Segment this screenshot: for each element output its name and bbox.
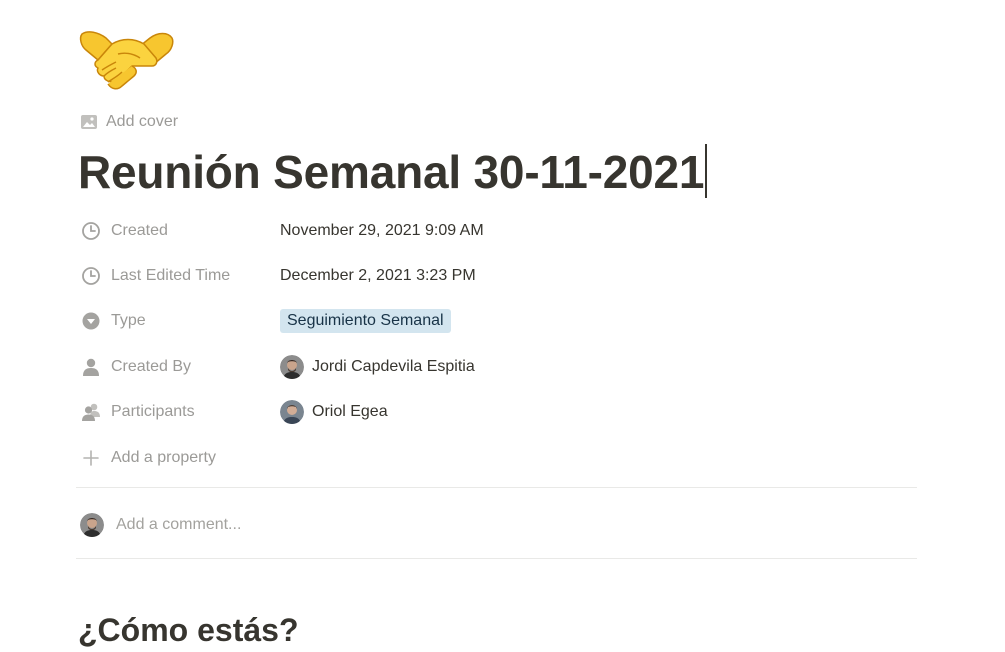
image-icon <box>80 113 98 131</box>
clock-icon <box>80 265 102 287</box>
property-name-created-by[interactable]: Created By <box>80 356 280 378</box>
property-label: Type <box>111 312 146 329</box>
property-value-type[interactable]: Seguimiento Semanal <box>280 309 451 333</box>
property-value-created[interactable]: November 29, 2021 9:09 AM <box>280 222 484 240</box>
last-edited-time: December 2, 2021 3:23 PM <box>280 267 476 284</box>
property-row-created[interactable]: Created November 29, 2021 9:09 AM <box>80 214 920 248</box>
property-row-last-edited-time[interactable]: Last Edited Time December 2, 2021 3:23 P… <box>80 259 920 293</box>
property-row-participants[interactable]: Participants Oriol Egea <box>80 395 920 429</box>
add-property-label: Add a property <box>111 449 216 466</box>
divider <box>76 487 917 488</box>
property-label: Last Edited Time <box>111 267 231 284</box>
property-name-last-edited-time[interactable]: Last Edited Time <box>80 265 280 287</box>
add-property-label-group[interactable]: Add a property <box>80 447 216 469</box>
property-label: Participants <box>111 403 195 420</box>
type-tag[interactable]: Seguimiento Semanal <box>280 309 451 333</box>
property-value-last-edited-time[interactable]: December 2, 2021 3:23 PM <box>280 267 476 285</box>
property-row-created-by[interactable]: Created By Jordi Capdevila Espitia <box>80 350 920 384</box>
clock-icon <box>80 220 102 242</box>
people-icon <box>80 401 102 423</box>
property-label: Created <box>111 222 168 239</box>
property-row-type[interactable]: Type Seguimiento Semanal <box>80 304 920 338</box>
comment-input[interactable]: Add a comment... <box>116 516 241 534</box>
created-time: November 29, 2021 9:09 AM <box>280 222 484 239</box>
comment-row[interactable]: Add a comment... <box>80 510 241 540</box>
text-cursor <box>705 144 708 198</box>
divider <box>76 558 917 559</box>
section-heading[interactable]: ¿Cómo estás? <box>78 608 298 652</box>
participant-user: Oriol Egea <box>312 403 388 420</box>
avatar <box>280 400 304 424</box>
page-title[interactable]: Reunión Semanal 30-11-2021 <box>78 142 708 202</box>
property-name-created[interactable]: Created <box>80 220 280 242</box>
page-title-text[interactable]: Reunión Semanal 30-11-2021 <box>78 146 705 198</box>
property-name-type[interactable]: Type <box>80 310 280 332</box>
handshake-icon[interactable] <box>78 24 176 94</box>
property-label: Created By <box>111 358 192 375</box>
select-icon <box>80 310 102 332</box>
property-name-participants[interactable]: Participants <box>80 401 280 423</box>
created-by-user: Jordi Capdevila Espitia <box>312 358 475 375</box>
add-property-button[interactable]: Add a property <box>80 441 920 475</box>
property-value-participants[interactable]: Oriol Egea <box>280 400 388 424</box>
plus-icon <box>80 447 102 469</box>
add-cover-button[interactable]: Add cover <box>80 110 178 134</box>
property-value-created-by[interactable]: Jordi Capdevila Espitia <box>280 355 475 379</box>
person-icon <box>80 356 102 378</box>
avatar <box>280 355 304 379</box>
avatar <box>80 513 104 537</box>
add-cover-label: Add cover <box>106 113 179 130</box>
